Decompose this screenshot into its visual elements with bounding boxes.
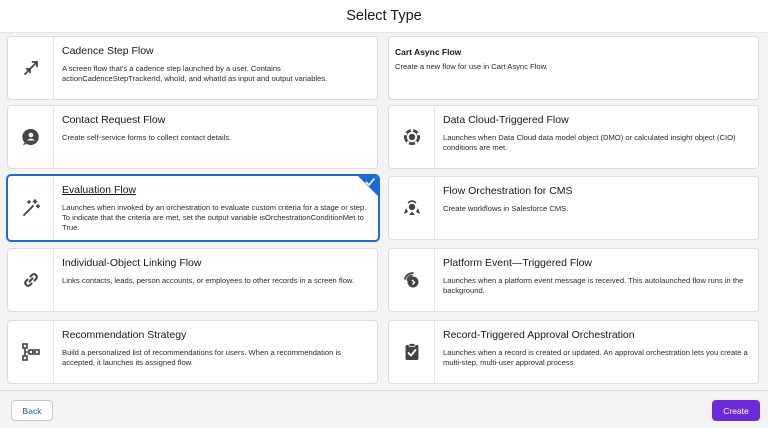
flow-type-list[interactable]: Cadence Step Flow A screen flow that's a… — [0, 33, 768, 390]
flow-type-card-platform-event[interactable]: Platform Event—Triggered Flow Launches w… — [388, 248, 759, 312]
strategy-icon — [21, 343, 40, 361]
card-title: Data Cloud-Triggered Flow — [443, 114, 569, 126]
flow-type-card-contact-request[interactable]: Contact Request Flow Create self-service… — [7, 105, 378, 169]
card-title: Cadence Step Flow — [62, 45, 154, 57]
flow-type-card-evaluation[interactable]: Evaluation Flow Launches when invoked by… — [7, 175, 379, 241]
flow-type-card-data-cloud[interactable]: Data Cloud-Triggered Flow Launches when … — [388, 105, 759, 169]
card-icon-area — [389, 321, 435, 383]
cms-orchestration-icon — [403, 200, 420, 215]
platform-event-icon — [403, 272, 418, 288]
card-title: Record-Triggered Approval Orchestration — [443, 329, 635, 341]
card-icon-area — [8, 106, 54, 168]
card-description: Create self-service forms to collect con… — [62, 133, 232, 142]
cadence-arrows-icon — [23, 61, 38, 75]
card-title: Platform Event—Triggered Flow — [443, 257, 592, 269]
magic-wand-icon — [22, 199, 40, 216]
flow-type-card-cart-async[interactable]: Cart Async Flow Create a new flow for us… — [388, 36, 759, 100]
card-description: Launches when a record is created or upd… — [443, 348, 748, 367]
card-icon-area — [8, 321, 54, 383]
flow-type-card-individual-linking[interactable]: Individual-Object Linking Flow Links con… — [7, 248, 378, 312]
flow-type-card-recommendation-strategy[interactable]: Recommendation Strategy Build a personal… — [7, 320, 378, 384]
card-description: Create workflows in Salesforce CMS. — [443, 204, 569, 213]
card-title: Individual-Object Linking Flow — [62, 257, 202, 269]
approval-clipboard-icon — [405, 343, 418, 360]
flow-type-card-cadence-step[interactable]: Cadence Step Flow A screen flow that's a… — [7, 36, 378, 100]
data-cloud-icon — [403, 128, 420, 145]
card-description: Create a new flow for use in Cart Async … — [395, 62, 548, 71]
modal-footer: Back Create — [0, 390, 768, 428]
card-icon-area — [8, 176, 54, 240]
card-description: A screen flow that's a cadence step laun… — [62, 64, 328, 83]
card-title: Evaluation Flow — [62, 184, 137, 196]
card-title: Contact Request Flow — [62, 114, 166, 126]
card-icon-area — [389, 249, 435, 311]
flow-type-card-cms-orchestration[interactable]: Flow Orchestration for CMS Create workfl… — [388, 176, 759, 240]
back-button[interactable]: Back — [11, 400, 53, 421]
card-title: Flow Orchestration for CMS — [443, 185, 573, 197]
contact-request-icon — [21, 128, 39, 145]
card-description: Launches when Data Cloud data model obje… — [443, 133, 736, 152]
link-icon — [23, 273, 38, 287]
create-button[interactable]: Create — [712, 400, 760, 421]
card-title: Cart Async Flow — [395, 47, 462, 57]
modal-title: Select Type — [346, 8, 422, 24]
card-description: Links contacts, leads, person accounts, … — [62, 276, 355, 285]
card-icon-area — [8, 249, 54, 311]
card-icon-area — [389, 177, 435, 239]
card-icon-area — [8, 37, 54, 99]
card-description: Launches when invoked by an orchestratio… — [62, 203, 367, 232]
card-title: Recommendation Strategy — [62, 329, 187, 341]
flow-type-card-approval-orchestration[interactable]: Record-Triggered Approval Orchestration … — [388, 320, 759, 384]
checkmark-icon — [365, 178, 375, 186]
card-icon-area — [389, 106, 435, 168]
modal-header: Select Type — [0, 0, 768, 33]
card-description: Launches when a platform event message i… — [443, 276, 744, 295]
card-description: Build a personalized list of recommendat… — [62, 348, 341, 367]
